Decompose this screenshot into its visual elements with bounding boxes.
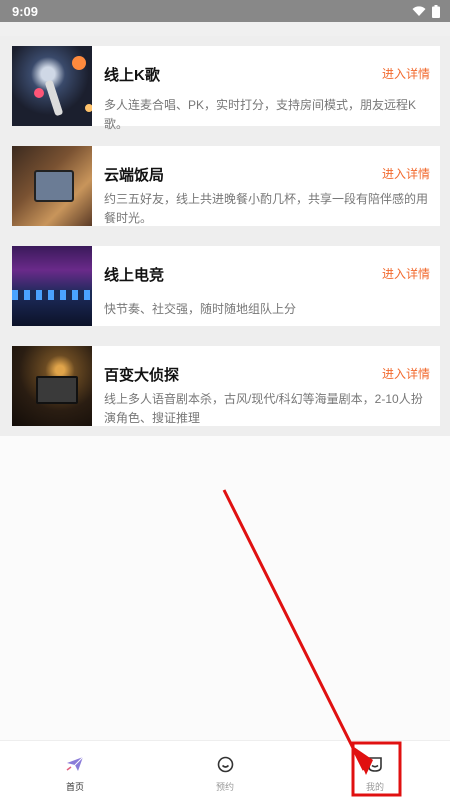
tab-home[interactable]: 首页 — [47, 741, 103, 800]
bottom-tab-bar: 首页 预约 我的 — [0, 740, 450, 800]
status-icons — [412, 4, 440, 18]
detective-thumbnail — [12, 346, 92, 426]
activity-card-karaoke[interactable]: 线上K歌 进入详情 多人连麦合唱、PK，实时打分，支持房间模式，朋友远程K歌。 — [12, 46, 440, 131]
tab-label: 首页 — [65, 782, 84, 792]
enter-detail-link[interactable]: 进入详情 — [382, 165, 430, 182]
tab-label: 预约 — [215, 782, 234, 792]
tab-mine[interactable]: 我的 — [347, 741, 403, 800]
enter-detail-link[interactable]: 进入详情 — [382, 65, 430, 82]
tab-booking[interactable]: 预约 — [197, 741, 253, 800]
card-description: 快节奏、社交强，随时随地组队上分 — [104, 302, 297, 316]
battery-icon — [432, 4, 440, 18]
empty-area — [0, 436, 450, 740]
status-time: 9:09 — [12, 3, 39, 19]
card-body: 云端饭局 进入详情 约三五好友，线上共进晚餐小酌几杯，共享一段有陪伴感的用餐时光… — [92, 146, 440, 226]
card-description: 多人连麦合唱、PK，实时打分，支持房间模式，朋友远程K歌。 — [104, 98, 417, 131]
esports-thumbnail — [12, 246, 92, 326]
enter-detail-link[interactable]: 进入详情 — [382, 265, 430, 282]
card-body: 线上电竞 进入详情 快节奏、社交强，随时随地组队上分 — [92, 246, 440, 326]
activity-card-esports[interactable]: 线上电竞 进入详情 快节奏、社交强，随时随地组队上分 — [12, 246, 440, 326]
karaoke-thumbnail — [12, 46, 92, 126]
activity-list: 线上K歌 进入详情 多人连麦合唱、PK，实时打分，支持房间模式，朋友远程K歌。 … — [0, 36, 450, 436]
paper-plane-icon — [66, 755, 84, 773]
activity-card-detective[interactable]: 百变大侦探 进入详情 线上多人语音剧本杀，古风/现代/科幻等海量剧本，2-10人… — [12, 346, 440, 426]
dining-thumbnail — [12, 146, 92, 226]
card-description: 线上多人语音剧本杀，古风/现代/科幻等海量剧本，2-10人扮演角色、搜证推理 — [104, 392, 423, 425]
card-description: 约三五好友，线上共进晚餐小酌几杯，共享一段有陪伴感的用餐时光。 — [104, 192, 429, 225]
enter-detail-link[interactable]: 进入详情 — [382, 365, 430, 382]
app-header — [0, 22, 450, 36]
smile-face-icon — [216, 755, 234, 773]
wifi-icon — [412, 5, 426, 16]
profile-face-icon — [366, 755, 384, 773]
status-bar: 9:09 — [0, 0, 450, 22]
tab-label: 我的 — [365, 782, 384, 792]
activity-card-dining[interactable]: 云端饭局 进入详情 约三五好友，线上共进晚餐小酌几杯，共享一段有陪伴感的用餐时光… — [12, 146, 440, 226]
card-body: 线上K歌 进入详情 多人连麦合唱、PK，实时打分，支持房间模式，朋友远程K歌。 — [92, 46, 440, 131]
card-body: 百变大侦探 进入详情 线上多人语音剧本杀，古风/现代/科幻等海量剧本，2-10人… — [92, 346, 440, 426]
